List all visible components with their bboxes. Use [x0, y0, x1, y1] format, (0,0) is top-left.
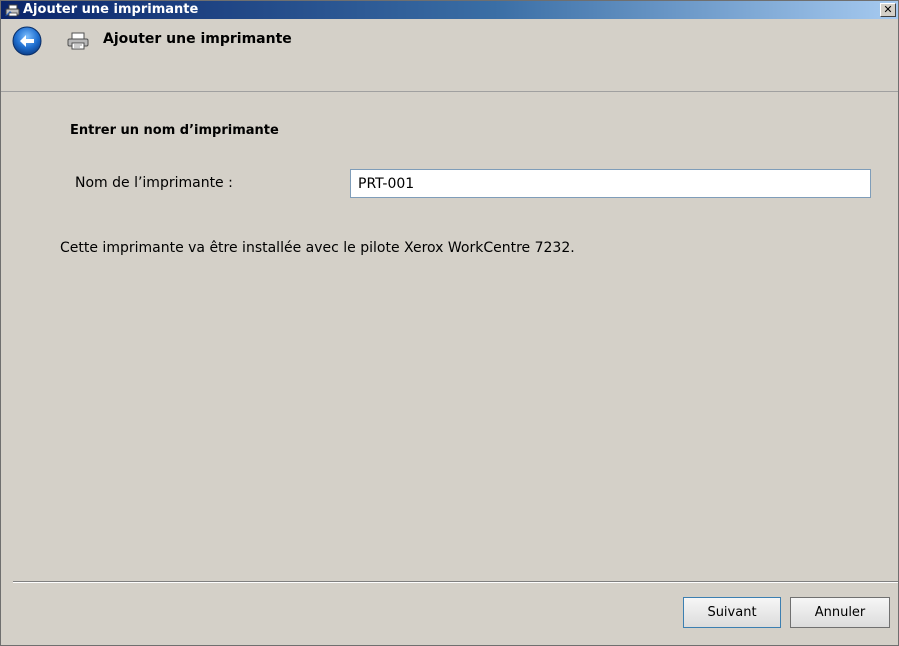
window-title: Ajouter une imprimante [23, 2, 199, 17]
next-button[interactable]: Suivant [683, 597, 781, 628]
page-title: Ajouter une imprimante [103, 31, 292, 47]
driver-info-text: Cette imprimante va être installée avec … [60, 240, 575, 256]
section-heading: Entrer un nom d’imprimante [70, 123, 279, 138]
back-arrow-icon[interactable] [12, 26, 42, 56]
printer-wizard-icon [5, 4, 20, 17]
printer-name-label: Nom de l’imprimante : [75, 175, 233, 191]
close-button[interactable]: ✕ [880, 3, 896, 17]
printer-icon [67, 32, 89, 50]
add-printer-window: Ajouter une imprimante ✕ Ajouter une imp… [0, 0, 899, 646]
navigation-bar: Ajouter une imprimante [1, 19, 898, 92]
printer-name-input[interactable] [350, 169, 871, 198]
footer-divider [13, 581, 898, 583]
cancel-button[interactable]: Annuler [790, 597, 890, 628]
title-bar[interactable]: Ajouter une imprimante ✕ [1, 1, 898, 19]
